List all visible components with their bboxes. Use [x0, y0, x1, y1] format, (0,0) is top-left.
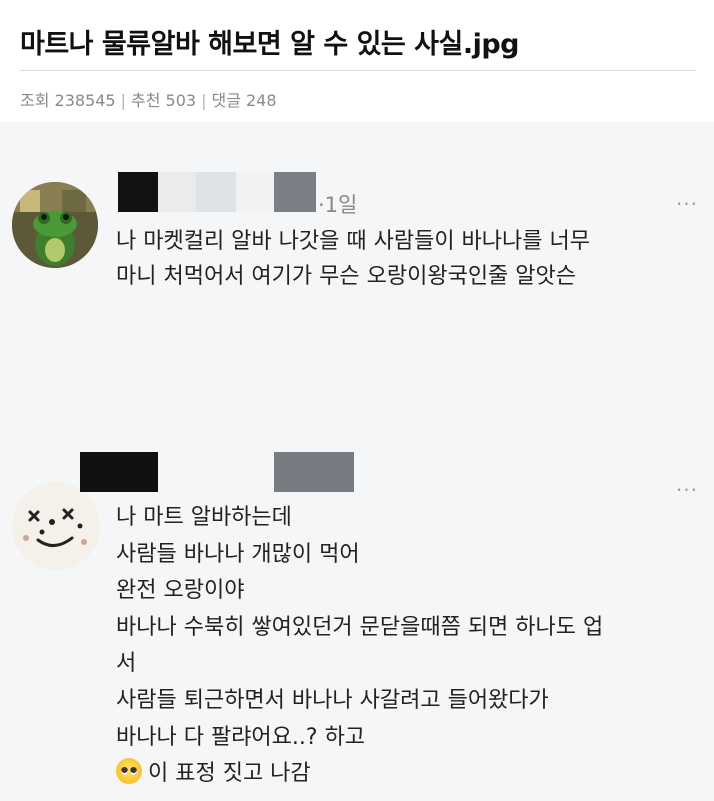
avatar	[12, 482, 100, 570]
username-blur	[236, 172, 274, 212]
comment-line: 이 표정 짓고 나감	[148, 761, 311, 787]
comment-line: 나 마트 알바하는데	[116, 505, 292, 530]
username-blur	[196, 172, 236, 212]
post-title: 마트나 물류알바 해보면 알 수 있는 사실.jpg	[20, 29, 520, 60]
username-blur	[118, 172, 158, 212]
title-divider	[20, 70, 696, 71]
comment-text: 나 마켓컬리 알바 나갓을 때 사람들이 바나나를 너무 마니 처먹어서 여기가…	[116, 224, 590, 294]
comment-line: 완전 오랑이야	[116, 578, 245, 604]
comment-line: 사람들 퇴근하면서 바나나 사갈려고 들어왔다가	[116, 687, 549, 713]
username-blur	[80, 452, 158, 492]
frog-avatar-icon	[12, 182, 98, 268]
post-image: ·1일 ··· 나 마켓컬리 알바 나갓을 때 사람들이 바나나를 너무 마니 …	[0, 122, 714, 801]
meta-separator: |	[201, 91, 207, 110]
pleading-face-icon	[116, 758, 142, 785]
more-options-icon[interactable]: ···	[676, 480, 698, 500]
comment-line: 나 마켓컬리 알바 나갓을 때 사람들이 바나나를 너무	[116, 229, 590, 254]
username-blur	[274, 452, 354, 492]
username-blur	[158, 172, 196, 212]
comment-line: 바나나 수북히 쌓여있던거 문닫을때쯤 되면 하나도 업	[116, 614, 604, 640]
username-blur	[274, 172, 316, 212]
post-header: 마트나 물류알바 해보면 알 수 있는 사실.jpg 조회 238545 | 추천 …	[0, 0, 714, 122]
doodle-avatar-icon	[12, 482, 100, 570]
view-count: 조회 238545	[20, 91, 116, 110]
recommend-count: 추천 503	[131, 91, 197, 110]
comment-count[interactable]: 댓글 248	[211, 91, 276, 110]
comment-2: ··· 나 마트 알바하는데 사람들 바나나 개많이 먹어 완전 오랑이야 바나…	[0, 452, 714, 801]
comment-1: ·1일 ··· 나 마켓컬리 알바 나갓을 때 사람들이 바나나를 너무 마니 …	[0, 162, 714, 302]
comment-line: 사람들 바나나 개많이 먹어	[116, 541, 360, 567]
comment-line: 바나나 다 팔랴어요..? 하고	[116, 724, 366, 750]
post-meta: 조회 238545 | 추천 503 | 댓글 248	[20, 87, 277, 111]
comment-line: 서	[116, 651, 137, 677]
avatar	[12, 182, 98, 268]
comment-text: 나 마트 알바하는데 사람들 바나나 개많이 먹어 완전 오랑이야 바나나 수북…	[116, 500, 603, 793]
meta-separator: |	[120, 91, 126, 110]
comment-line-with-emoji: 이 표정 짓고 나감	[116, 756, 603, 793]
more-options-icon[interactable]: ···	[676, 194, 698, 214]
comment-time: ·1일	[318, 193, 358, 217]
comment-line: 마니 처먹어서 여기가 무슨 오랑이왕국인줄 알앗슨	[116, 264, 577, 289]
